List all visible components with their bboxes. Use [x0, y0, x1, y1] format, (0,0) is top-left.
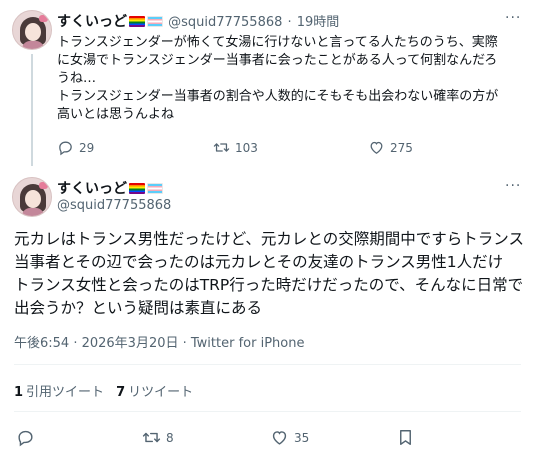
tweet1-text: トランスジェンダーが怖くて女湯に行けないと言ってる人たちのうち、実際 に女湯でト…	[57, 34, 527, 124]
like-icon	[272, 431, 287, 445]
tweet-text-line: 元カレはトランス男性だったけど、元カレとの交際期間中ですらトランス	[14, 230, 524, 248]
retweet-count: 8	[166, 430, 174, 445]
handle[interactable]: @squid77755868	[168, 15, 282, 30]
quote-tweets-link[interactable]: 1 引用ツイート	[14, 381, 104, 400]
avatar[interactable]	[12, 177, 52, 217]
retweet-button[interactable]: 8	[142, 428, 174, 447]
tweet2-header: すくいっど	[57, 178, 163, 198]
retweets-link[interactable]: 7 リツイート	[116, 381, 193, 400]
like-button[interactable]: 275	[368, 139, 413, 156]
more-icon[interactable]: ···	[505, 178, 521, 194]
reply-icon	[18, 430, 33, 447]
like-icon	[370, 141, 383, 154]
like-count: 275	[390, 140, 413, 155]
thread-connector-line	[31, 54, 33, 166]
reply-icon	[59, 141, 72, 156]
tweet-text-line: に女湯でトランスジェンダー当事者に会ったことがある人って何割なんだろ	[57, 53, 498, 68]
quote-label: 引用ツイート	[26, 385, 105, 400]
tweet1-action-bar: 29 103 275	[57, 139, 497, 157]
retweet-icon	[142, 432, 161, 443]
divider	[14, 411, 521, 412]
avatar[interactable]	[12, 10, 52, 50]
transgender-flag-emoji	[147, 16, 163, 27]
tweet-text-line: 高いとは思うんよね	[57, 107, 175, 122]
divider	[14, 364, 521, 365]
tweet-text-line: トランスジェンダー当事者の割合や人数的にそもそも出会わない確率の方が	[57, 89, 499, 104]
retweet-icon	[213, 143, 230, 152]
retweet-count: 103	[235, 140, 258, 155]
handle[interactable]: @squid77755868	[57, 198, 171, 213]
tweet-text-line: 当事者とその辺で会ったのは元カレとその友達のトランス男性1人だけ	[14, 253, 504, 271]
retweet-total: 7	[116, 385, 126, 400]
tweet-text-line: トランス女性と会ったのはTRP行った時だけだったので、そんなに日常で	[14, 276, 524, 294]
bookmark-button[interactable]	[396, 428, 415, 447]
reply-button[interactable]	[16, 428, 35, 447]
retweet-label: リツイート	[128, 385, 194, 400]
reply-button[interactable]: 29	[57, 139, 94, 156]
more-icon[interactable]: ···	[505, 10, 521, 26]
separator: ·	[287, 15, 292, 30]
display-name[interactable]: すくいっど	[57, 14, 127, 30]
engagement-stats: 1 引用ツイート 7 リツイート	[14, 381, 193, 400]
like-button[interactable]: 35	[270, 428, 309, 447]
tweet1-header: すくいっど @squid77755868 · 19時間	[57, 11, 339, 31]
tweet2-text: 元カレはトランス男性だったけど、元カレとの交際期間中ですらトランス 当事者とその…	[14, 228, 529, 320]
tweet2-action-bar: 8 35	[16, 428, 521, 448]
tweet-timestamp[interactable]: 午後6:54 · 2026年3月20日 · Twitter for iPhone	[14, 332, 304, 351]
quote-count: 1	[14, 385, 24, 400]
rainbow-flag-emoji	[129, 183, 145, 194]
retweet-button[interactable]: 103	[213, 139, 258, 156]
tweet-time[interactable]: 19時間	[297, 15, 340, 30]
display-name[interactable]: すくいっど	[57, 181, 127, 197]
rainbow-flag-emoji	[129, 16, 145, 27]
like-count: 35	[294, 430, 310, 445]
reply-count: 29	[79, 140, 95, 155]
transgender-flag-emoji	[147, 183, 163, 194]
tweet-text-line: トランスジェンダーが怖くて女湯に行けないと言ってる人たちのうち、実際	[57, 35, 498, 50]
bookmark-icon	[400, 430, 411, 445]
tweet-text-line: うね…	[57, 71, 97, 86]
tweet-text-line: 出会うか？という疑問は素直にある	[14, 299, 263, 317]
